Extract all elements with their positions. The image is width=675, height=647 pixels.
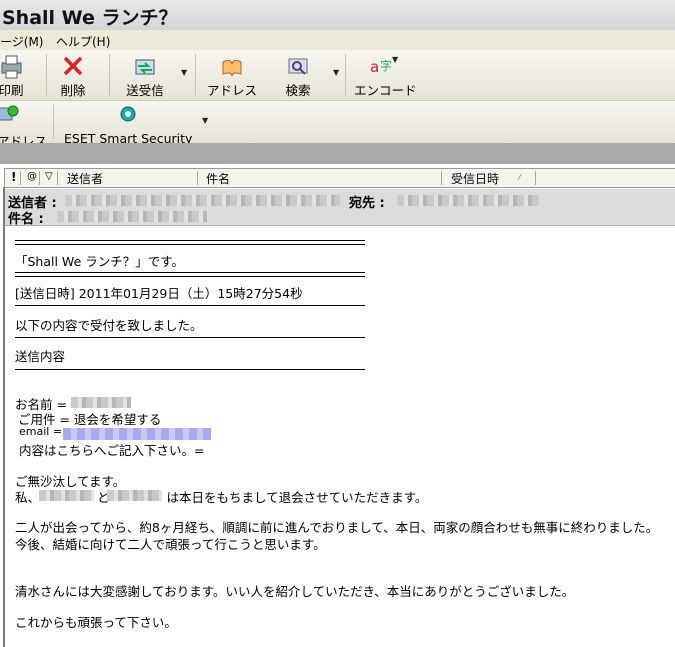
toolbar-separator xyxy=(109,54,110,96)
message-list-header: ! @ ▽ 送信者 件名 受信日時 ⁄ xyxy=(4,168,675,188)
to-redacted xyxy=(397,195,539,206)
search-icon xyxy=(288,58,308,75)
column-separator xyxy=(197,171,198,185)
search-dropdown-icon[interactable]: ▼ xyxy=(333,68,339,77)
send-receive-label: 送受信 xyxy=(126,83,164,98)
me-suffix: は本日をもちまして退会させていただきます。 xyxy=(166,490,428,505)
svg-text:字: 字 xyxy=(380,58,392,73)
send-receive-button[interactable]: 送受信 xyxy=(120,52,170,98)
attachment-column-icon[interactable]: @ xyxy=(27,171,37,182)
window-title: Shall We ランチ？ xyxy=(2,7,178,29)
email-redacted-link[interactable] xyxy=(63,428,211,440)
thanks-line: 清水さんには大変感謝しております。いい人を紹介していただき、本当にありがとうござ… xyxy=(15,584,575,599)
accepted-line: 以下の内容で受付を致しました。 xyxy=(15,318,203,333)
name-redacted xyxy=(71,397,131,408)
send-receive-dropdown-icon[interactable]: ▼ xyxy=(181,68,187,77)
priority-column-icon[interactable]: ! xyxy=(11,170,16,184)
to-label: 宛先 : xyxy=(349,196,385,211)
address-status-icon xyxy=(0,105,19,121)
menu-help[interactable]: ヘルプ(H) xyxy=(56,33,110,50)
toolbar-separator xyxy=(46,54,47,96)
column-separator xyxy=(20,171,21,185)
sent-datetime: [送信日時] 2011年01月29日（土）15時27分54秒 xyxy=(15,286,303,301)
closing-line: これからも頑張って下さい。 xyxy=(15,615,177,630)
column-separator xyxy=(39,171,40,185)
menu-bar: ージ(M) ヘルプ(H) xyxy=(0,30,675,50)
from-redacted xyxy=(65,195,340,206)
search-button[interactable]: 検索 xyxy=(280,52,316,98)
column-separator xyxy=(441,171,442,185)
column-sender[interactable]: 送信者 xyxy=(67,170,103,187)
subject-redacted xyxy=(57,211,207,222)
address-label: アドレス xyxy=(206,83,257,98)
column-separator xyxy=(57,171,58,185)
print-label: 印刷 xyxy=(0,83,24,98)
toolbar-separator xyxy=(345,54,346,96)
email-label: email = xyxy=(19,425,63,438)
title-line: 「Shall We ランチ？」です。 xyxy=(15,254,184,269)
encoding-dropdown-icon[interactable]: ▼ xyxy=(392,55,398,64)
paragraph-1-line-2: 今後、結婚に向けて二人で頑張って行こうと思います。 xyxy=(15,537,326,552)
delete-x-icon xyxy=(63,56,83,76)
content-label: 送信内容 xyxy=(15,349,66,364)
flag-column-icon[interactable]: ▽ xyxy=(45,171,53,182)
delete-label: 削除 xyxy=(60,83,86,98)
search-label: 検索 xyxy=(285,83,311,98)
address-book-icon xyxy=(222,59,242,77)
subject-label: 件名 : xyxy=(8,212,44,227)
eset-icon xyxy=(120,106,136,122)
column-subject[interactable]: 件名 xyxy=(206,170,230,187)
me-prefix: 私、 xyxy=(15,490,41,505)
fill-in-line: 内容はこちらへご記入下さい。= xyxy=(19,443,205,458)
eset-dropdown-icon[interactable]: ▼ xyxy=(202,116,208,125)
double-rule xyxy=(15,272,365,277)
preview-header: 送信者 : 宛先 : 件名 : xyxy=(5,189,675,227)
email-field: email = xyxy=(19,425,62,438)
svg-text:a: a xyxy=(370,58,379,76)
single-rule xyxy=(15,337,365,338)
pane-splitter[interactable] xyxy=(0,143,675,164)
toolbar-separator xyxy=(53,105,54,139)
delete-button[interactable]: 削除 xyxy=(54,52,92,98)
single-rule xyxy=(15,305,365,306)
send-receive-icon xyxy=(135,59,155,75)
title-bar: Shall We ランチ？ xyxy=(0,0,675,31)
encoding-label: エンコード xyxy=(354,83,417,98)
toolbar-separator xyxy=(195,54,196,96)
secondary-toolbar: アドレス ESET Smart Security ▼ xyxy=(0,101,675,149)
double-rule xyxy=(15,240,365,245)
print-button[interactable]: 印刷 xyxy=(0,52,28,98)
single-rule xyxy=(15,369,365,370)
name-1-redacted xyxy=(39,490,94,501)
preview-pane: 送信者 : 宛先 : 件名 : 「Shall We ランチ？」です。 [送信日時… xyxy=(3,187,675,647)
main-toolbar: 印刷 削除 送受信 ▼ アドレス 検索 ▼ a 字 エンコード ▼ xyxy=(0,50,675,101)
encoding-button[interactable]: a 字 エンコード xyxy=(354,52,417,98)
column-received[interactable]: 受信日時 xyxy=(451,170,499,187)
sort-indicator-icon: ⁄ xyxy=(519,173,521,182)
printer-icon xyxy=(1,55,22,79)
address-book-button[interactable]: アドレス xyxy=(204,52,260,98)
column-separator xyxy=(535,171,536,185)
name-2-redacted xyxy=(107,490,162,501)
menu-message[interactable]: ージ(M) xyxy=(0,33,43,50)
